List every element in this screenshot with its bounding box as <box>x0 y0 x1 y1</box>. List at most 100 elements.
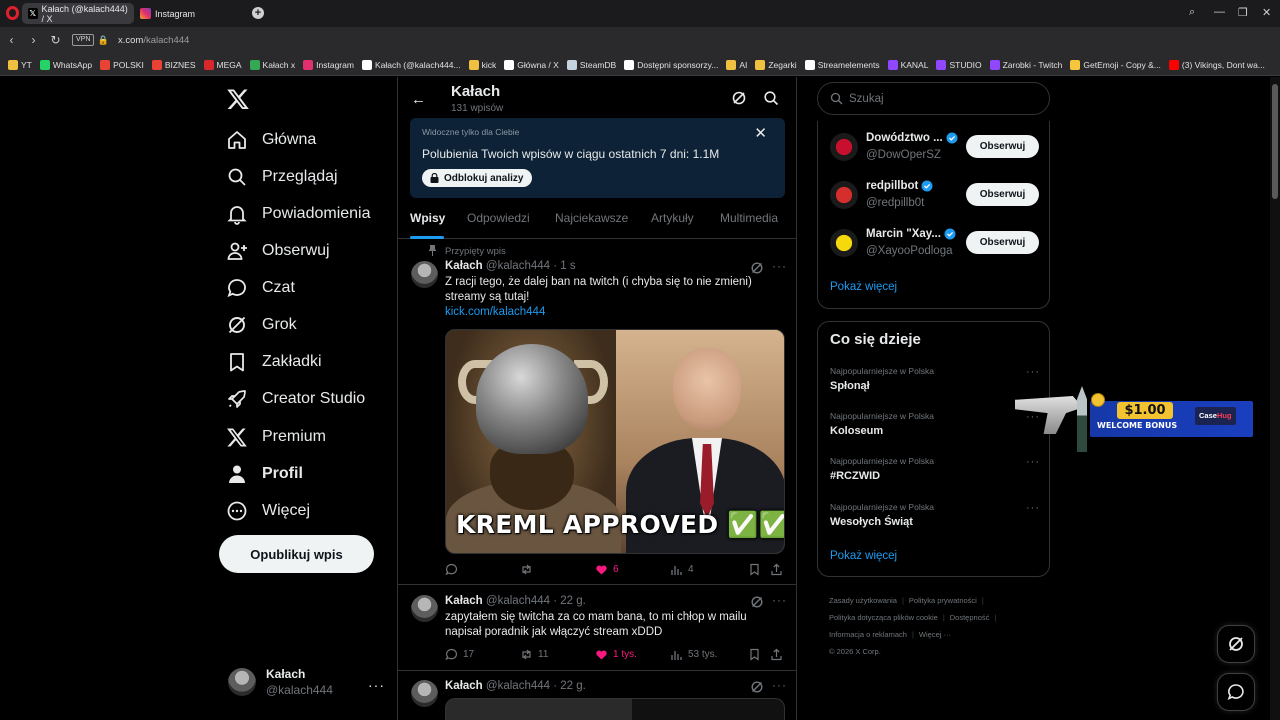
nav-item-bookmark[interactable]: Zakładki <box>226 347 322 377</box>
grok-floating-button[interactable] <box>1217 625 1255 663</box>
suggestion-name[interactable]: Dowództwo ... <box>866 132 943 144</box>
nav-item-grok[interactable]: Grok <box>226 310 297 340</box>
trends-show-more-link[interactable]: Pokaż więcej <box>830 550 897 562</box>
bookmark-item[interactable]: Zarobki - Twitch <box>989 59 1062 70</box>
tweet-handle-time[interactable]: @kalach444 · 22 g. <box>486 680 586 692</box>
bookmark-item[interactable]: Instagram <box>303 59 354 70</box>
search-input[interactable] <box>849 92 1029 105</box>
trend-item[interactable]: Najpopularniejsze w Polska Koloseum ··· <box>830 411 1040 447</box>
publish-post-button[interactable]: Opublikuj wpis <box>219 535 374 573</box>
nav-item-more-circle[interactable]: Więcej <box>226 496 310 526</box>
search-icon[interactable] <box>763 90 779 106</box>
more-options-icon[interactable]: ··· <box>772 593 787 607</box>
trend-item[interactable]: Najpopularniejsze w Polska Spłonął ··· <box>830 366 1040 402</box>
footer-link[interactable]: Dostępność <box>950 613 990 622</box>
trend-more-icon[interactable]: ··· <box>1026 456 1040 468</box>
footer-link[interactable]: Zasady użytkowania <box>829 596 897 605</box>
footer-link[interactable]: Więcej ··· <box>919 630 951 639</box>
nav-item-home[interactable]: Główna <box>226 125 316 155</box>
reply-button[interactable] <box>445 563 463 576</box>
avatar[interactable] <box>411 680 438 707</box>
tweet-author-name[interactable]: Kałach <box>445 595 483 607</box>
bookmark-item[interactable]: WhatsApp <box>39 59 92 70</box>
url-field[interactable]: x.com/kalach444 <box>118 35 189 46</box>
suggestion-name[interactable]: Marcin "Xay... <box>866 228 941 240</box>
follow-button[interactable]: Obserwuj <box>966 135 1039 158</box>
tweet-image[interactable]: KREML APPROVED ✅✅✅ <box>445 329 785 554</box>
follow-button[interactable]: Obserwuj <box>966 183 1039 206</box>
more-options-icon[interactable]: ··· <box>772 259 787 273</box>
bookmark-item[interactable]: kick <box>468 59 496 70</box>
follow-suggestion[interactable]: Marcin "Xay... @XayooPodloga Obserwuj <box>830 225 1040 265</box>
tab-media[interactable]: Multimedia <box>720 211 778 225</box>
bookmark-item[interactable]: AI <box>726 59 747 70</box>
nav-item-bell[interactable]: Powiadomienia <box>226 199 371 229</box>
browser-tab-x[interactable]: 𝕏 Kałach (@kalach444) / X <box>22 3 134 24</box>
unlock-analytics-button[interactable]: Odblokuj analizy <box>422 169 533 187</box>
footer-link[interactable]: Informacja o reklamach <box>829 630 907 639</box>
repost-button[interactable]: 11 <box>520 648 548 661</box>
lock-icon[interactable]: 🔒 <box>97 34 110 47</box>
views-button[interactable]: 53 tys. <box>670 648 717 661</box>
follow-button[interactable]: Obserwuj <box>966 231 1039 254</box>
grok-icon[interactable] <box>750 680 764 694</box>
grok-icon[interactable] <box>731 90 747 106</box>
trend-item[interactable]: Najpopularniejsze w Polska Wesołych Świąt… <box>830 502 1040 538</box>
tweet-link[interactable]: kick.com/kalach444 <box>445 306 545 318</box>
follow-suggestion[interactable]: Dowództwo ... @DowOperSZ Obserwuj <box>830 129 1040 169</box>
tweet-image[interactable] <box>445 698 785 720</box>
tweet-handle-time[interactable]: @kalach444 · 22 g. <box>486 595 586 607</box>
reply-button[interactable]: 17 <box>445 648 474 661</box>
x-logo-icon[interactable] <box>226 87 250 111</box>
bookmark-item[interactable]: BIZNES <box>151 59 196 70</box>
bookmark-item[interactable]: Kałach x <box>249 59 295 70</box>
reload-button[interactable]: ↻ <box>49 34 62 47</box>
follow-show-more-link[interactable]: Pokaż więcej <box>830 281 897 293</box>
bookmark-item[interactable]: Dostępni sponsorzy... <box>624 59 718 70</box>
new-tab-button[interactable]: + <box>252 7 264 19</box>
tweet-author-name[interactable]: Kałach <box>445 680 483 692</box>
bookmark-item[interactable]: YT <box>8 59 32 70</box>
bookmark-item[interactable]: SteamDB <box>566 59 616 70</box>
avatar[interactable] <box>411 595 438 622</box>
bookmark-item[interactable]: Główna / X <box>504 59 559 70</box>
ad-overlay[interactable]: $1.00 WELCOME BONUS CaseHug <box>1015 382 1255 452</box>
nav-item-rocket[interactable]: Creator Studio <box>226 384 365 414</box>
bookmark-item[interactable]: STUDIO <box>936 59 982 70</box>
bookmark-item[interactable]: (3) Vikings, Dont wa... <box>1168 59 1265 70</box>
trend-more-icon[interactable]: ··· <box>1026 502 1040 514</box>
avatar[interactable] <box>830 181 858 209</box>
browser-tab-instagram[interactable]: Instagram <box>134 3 244 24</box>
bookmark-item[interactable]: Streamelements <box>804 59 880 70</box>
close-icon[interactable]: ✕ <box>754 124 767 142</box>
views-button[interactable]: 4 <box>670 563 694 576</box>
maximize-button[interactable]: ❐ <box>1238 6 1248 19</box>
trend-more-icon[interactable]: ··· <box>1026 366 1040 378</box>
bookmark-item[interactable]: POLSKI <box>100 59 144 70</box>
like-button[interactable]: 6 <box>595 563 619 576</box>
tweet-handle-time[interactable]: @kalach444 · 1 s <box>486 260 576 272</box>
share-icon[interactable] <box>770 563 783 576</box>
tweet[interactable]: Kałach @kalach444 · 22 g. ··· <box>398 671 796 720</box>
account-switcher[interactable]: Kałach @kalach444 <box>228 667 333 697</box>
nav-item-search[interactable]: Przeglądaj <box>226 162 338 192</box>
tab-articles[interactable]: Artykuły <box>651 211 694 225</box>
bookmark-item[interactable]: KANAL <box>887 59 928 70</box>
scrollbar-thumb[interactable] <box>1272 84 1278 199</box>
follow-suggestion[interactable]: redpillbot @redpillb0t Obserwuj <box>830 177 1040 217</box>
tab-highlights[interactable]: Najciekawsze <box>555 211 628 225</box>
bookmark-icon[interactable] <box>748 648 761 661</box>
forward-button[interactable]: › <box>27 34 40 47</box>
suggestion-name[interactable]: redpillbot <box>866 180 918 192</box>
vpn-badge[interactable]: VPN <box>72 34 95 46</box>
footer-link[interactable]: Polityka dotycząca plików cookie <box>829 613 938 622</box>
search-tabs-icon[interactable]: ⌕ <box>1189 6 1195 19</box>
back-arrow-icon[interactable]: ← <box>411 91 426 108</box>
bookmark-icon[interactable] <box>748 563 761 576</box>
nav-item-add-user[interactable]: Obserwuj <box>226 236 330 266</box>
tab-posts[interactable]: Wpisy <box>410 211 445 225</box>
account-more-icon[interactable]: ··· <box>368 677 385 693</box>
tweet-pinned[interactable]: Przypięty wpis Kałach @kalach444 · 1 s ·… <box>398 239 796 585</box>
bookmark-item[interactable]: MEGA <box>203 59 242 70</box>
more-options-icon[interactable]: ··· <box>772 678 787 692</box>
